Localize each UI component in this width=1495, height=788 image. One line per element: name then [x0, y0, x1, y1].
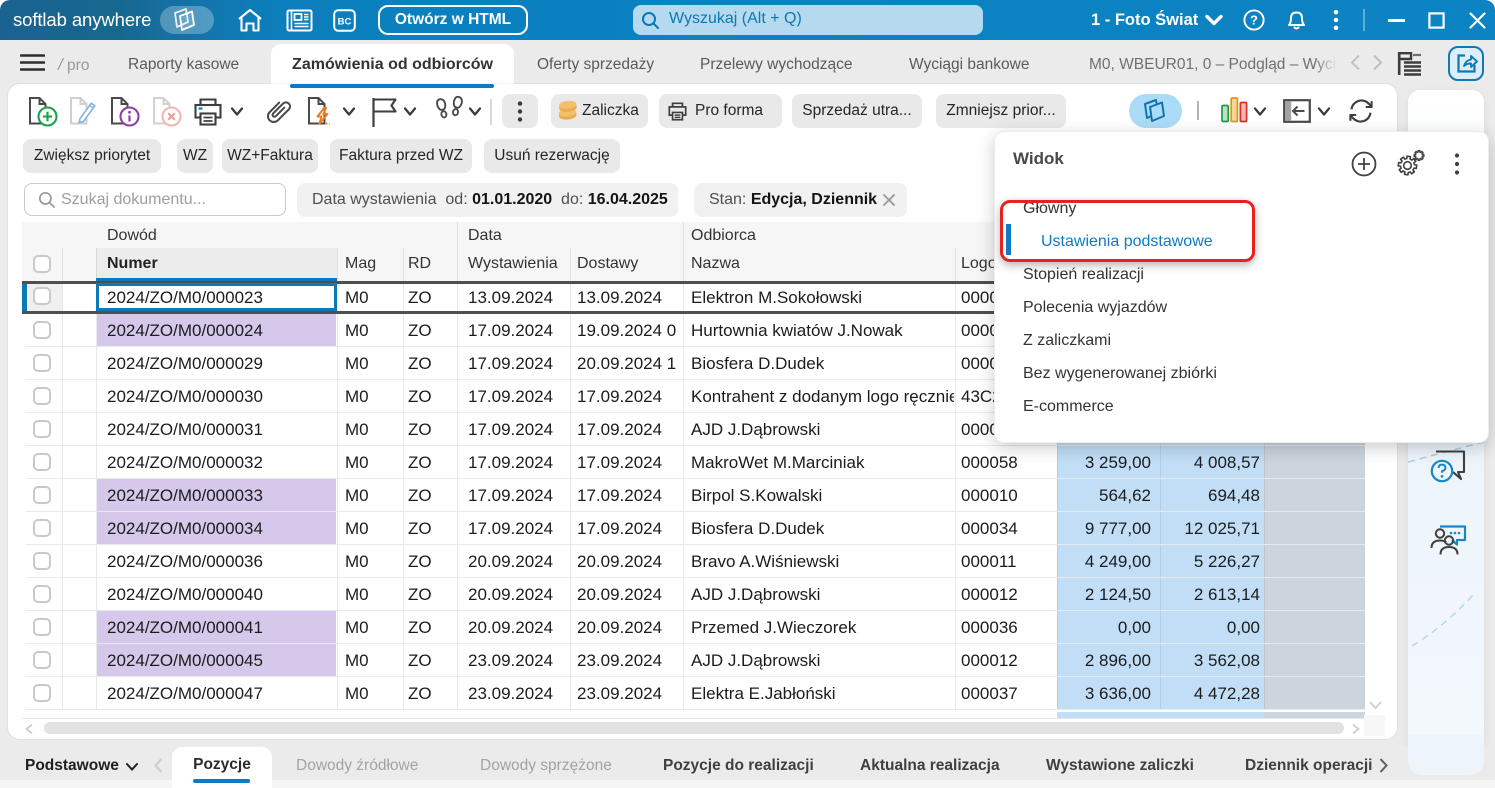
svg-text:?: ?: [1250, 13, 1258, 28]
svg-text:BC: BC: [338, 17, 352, 28]
